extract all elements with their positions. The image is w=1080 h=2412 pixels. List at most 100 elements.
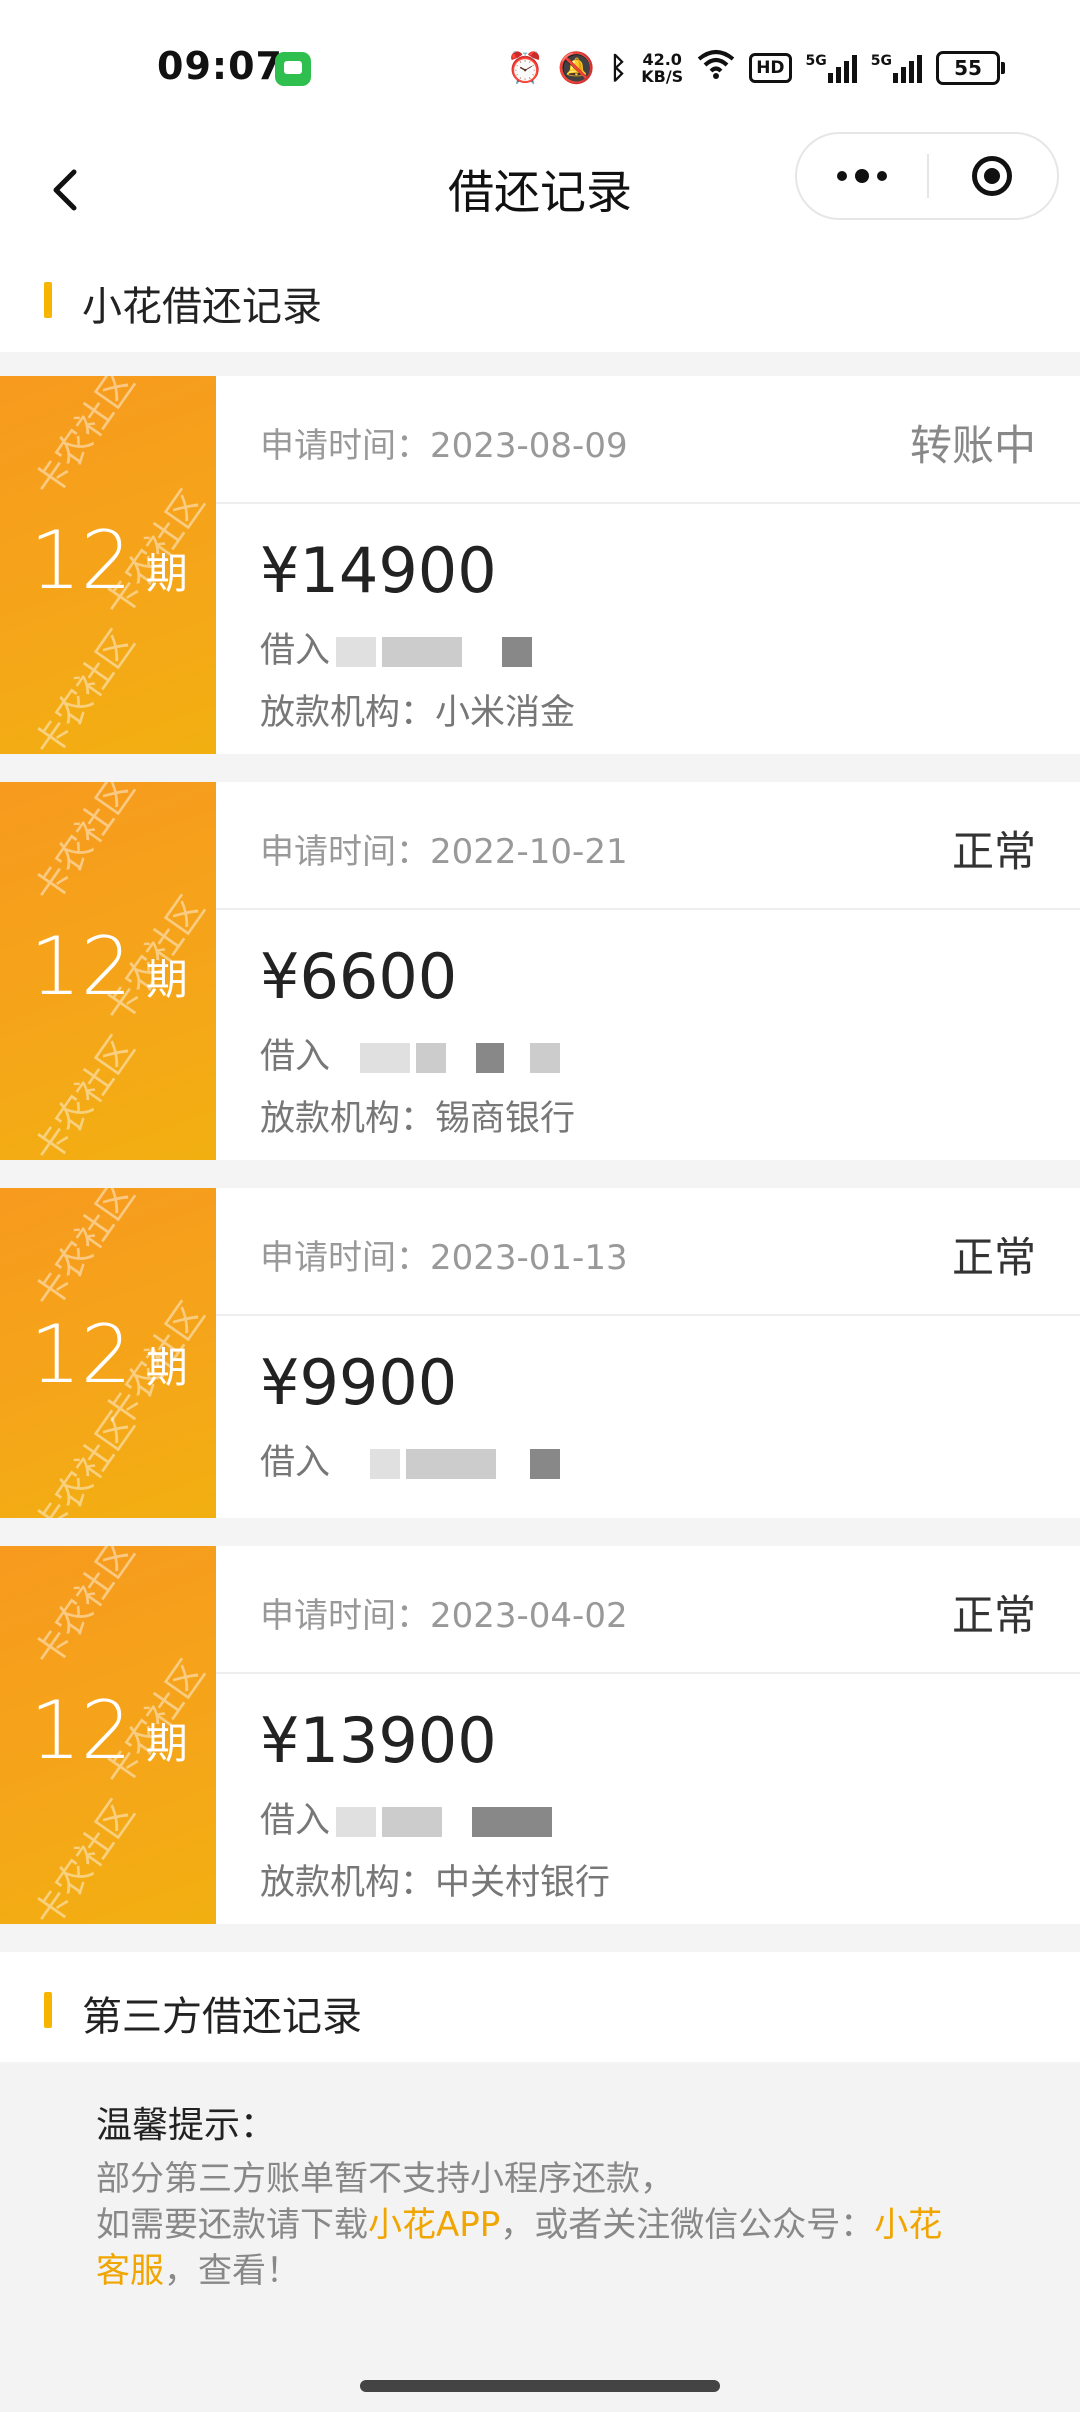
lending-institution: 放款机构：小米消金 xyxy=(260,684,575,735)
alarm-icon: ⏰ xyxy=(506,50,544,86)
signal-icon-1: 5G xyxy=(806,53,857,83)
nav-bar: 借还记录 xyxy=(0,130,1080,250)
period-badge: 卡农社区 卡农社区 卡农社区 12 期 xyxy=(0,1546,216,1924)
tips-title: 温馨提示： xyxy=(96,2105,277,2146)
loan-amount: ¥13900 xyxy=(260,1704,497,1777)
apply-label: 申请时间： xyxy=(260,1238,430,1278)
loan-card[interactable]: 卡农社区 卡农社区 卡农社区 12 期 申请时间：2023-01-13 正常 ¥9… xyxy=(0,1188,1080,1518)
loan-card[interactable]: 卡农社区 卡农社区 卡农社区 12 期 申请时间：2023-08-09 转账中 ¥… xyxy=(0,376,1080,754)
section-title: 小花借还记录 xyxy=(82,284,322,330)
watermark: 卡农社区 xyxy=(26,623,143,754)
apply-time: 申请时间：2023-04-02 xyxy=(260,1588,628,1637)
wifi-icon xyxy=(697,49,735,87)
network-speed-value: 42.0 xyxy=(642,50,682,69)
network-speed-unit: KB/S xyxy=(641,67,684,86)
watermark: 卡农社区 xyxy=(26,1546,143,1675)
loan-card[interactable]: 卡农社区 卡农社区 卡农社区 12 期 申请时间：2023-04-02 正常 ¥1… xyxy=(0,1546,1080,1924)
period-badge: 卡农社区 卡农社区 卡农社区 12 期 xyxy=(0,376,216,754)
more-dots-icon xyxy=(837,171,847,181)
message-notification-icon xyxy=(275,52,311,86)
home-indicator[interactable] xyxy=(360,2380,720,2392)
status-bar: 09:07 ⏰ 🔕 ᛒ 42.0 KB/S HD 5G 5G 55 xyxy=(0,0,1080,130)
apply-label: 申请时间： xyxy=(260,1596,430,1636)
redacted-block xyxy=(336,637,377,667)
status-badge: 正常 xyxy=(951,1591,1036,1640)
section-accent-bar xyxy=(44,1992,52,2028)
tips-line-1: 部分第三方账单暂不支持小程序还款， xyxy=(96,2159,674,2199)
battery-icon: 55 xyxy=(936,51,1005,85)
watermark: 卡农社区 xyxy=(26,1029,143,1160)
bluetooth-icon: ᛒ xyxy=(609,50,628,86)
mute-icon: 🔕 xyxy=(557,50,596,86)
tips-panel: 温馨提示： 部分第三方账单暂不支持小程序还款， 如需要还款请下载小花APP，或者… xyxy=(0,2064,1080,2412)
redacted-block xyxy=(336,1807,377,1837)
apply-date: 2022-10-21 xyxy=(430,832,628,872)
status-badge: 正常 xyxy=(951,827,1036,876)
period-number: 12 xyxy=(30,514,132,607)
status-time: 09:07 xyxy=(157,44,283,88)
redacted-block xyxy=(370,1449,401,1479)
card-header: 申请时间：2022-10-21 正常 xyxy=(216,782,1080,910)
apply-time: 申请时间：2022-10-21 xyxy=(260,824,628,873)
institution-name: 中关村银行 xyxy=(435,1863,611,1903)
status-badge: 正常 xyxy=(951,1233,1036,1282)
period-unit: 期 xyxy=(145,1343,188,1392)
loan-amount: ¥9900 xyxy=(260,1346,458,1419)
watermark: 卡农社区 xyxy=(26,376,143,505)
lending-institution: 放款机构：中关村银行 xyxy=(260,1854,610,1905)
redacted-block xyxy=(406,1449,497,1479)
watermark: 卡农社区 xyxy=(26,1793,143,1924)
hd-icon: HD xyxy=(749,53,792,83)
redacted-block xyxy=(360,1043,411,1073)
borrow-prefix: 借入 xyxy=(260,1443,331,1483)
chevron-left-icon xyxy=(53,169,77,211)
loan-card[interactable]: 卡农社区 卡农社区 卡农社区 12 期 申请时间：2022-10-21 正常 ¥6… xyxy=(0,782,1080,1160)
section-accent-bar xyxy=(44,282,52,318)
borrow-account: 借入 xyxy=(260,1028,561,1079)
period-unit: 期 xyxy=(145,1719,188,1768)
period-number: 12 xyxy=(30,1684,132,1777)
institution-label: 放款机构： xyxy=(260,1099,436,1139)
network-speed: 42.0 KB/S xyxy=(641,51,683,85)
apply-time: 申请时间：2023-01-13 xyxy=(260,1230,628,1279)
watermark: 卡农社区 xyxy=(26,782,143,911)
tips-line-2: 如需要还款请下载小花APP，或者关注微信公众号：小花客服，查看！ xyxy=(96,2202,976,2294)
tips-text: 如需要还款请下载 xyxy=(96,2205,368,2245)
redacted-block xyxy=(382,637,463,667)
signal-icon-2: 5G xyxy=(871,53,922,83)
tips-text: ，或者关注微信公众号： xyxy=(500,2205,875,2245)
institution-name: 锡商银行 xyxy=(435,1099,576,1139)
period-number: 12 xyxy=(30,920,132,1013)
apply-date: 2023-01-13 xyxy=(430,1238,628,1278)
borrow-account: 借入 xyxy=(260,622,533,673)
borrow-account: 借入 xyxy=(260,1434,561,1485)
close-mini-program-button[interactable] xyxy=(928,134,1057,218)
watermark: 卡农社区 xyxy=(26,1188,143,1317)
mini-program-capsule xyxy=(795,132,1059,220)
more-button[interactable] xyxy=(797,134,927,218)
redacted-block xyxy=(476,1043,505,1073)
apply-date: 2023-04-02 xyxy=(430,1596,628,1636)
apply-date: 2023-08-09 xyxy=(430,426,628,466)
section-header-xiaohua: 小花借还记录 xyxy=(0,242,1080,352)
borrow-prefix: 借入 xyxy=(260,631,331,671)
back-button[interactable] xyxy=(36,160,96,220)
redacted-block xyxy=(472,1807,553,1837)
apply-label: 申请时间： xyxy=(260,426,430,466)
period-unit: 期 xyxy=(145,955,188,1004)
signal-2-label: 5G xyxy=(870,53,892,69)
borrow-account: 借入 xyxy=(260,1792,553,1843)
card-header: 申请时间：2023-01-13 正常 xyxy=(216,1188,1080,1316)
redacted-block xyxy=(502,637,533,667)
signal-1-label: 5G xyxy=(805,53,827,69)
status-badge: 转账中 xyxy=(909,421,1036,470)
period-number: 12 xyxy=(30,1308,132,1401)
period-unit: 期 xyxy=(145,549,188,598)
loan-amount: ¥14900 xyxy=(260,534,497,607)
tips-text: ，查看！ xyxy=(164,2251,300,2291)
apply-time: 申请时间：2023-08-09 xyxy=(260,418,628,467)
apply-label: 申请时间： xyxy=(260,832,430,872)
xiaohua-app-link[interactable]: 小花APP xyxy=(368,2205,500,2245)
section-title: 第三方借还记录 xyxy=(82,1994,362,2040)
period-badge: 卡农社区 卡农社区 卡农社区 12 期 xyxy=(0,1188,216,1518)
